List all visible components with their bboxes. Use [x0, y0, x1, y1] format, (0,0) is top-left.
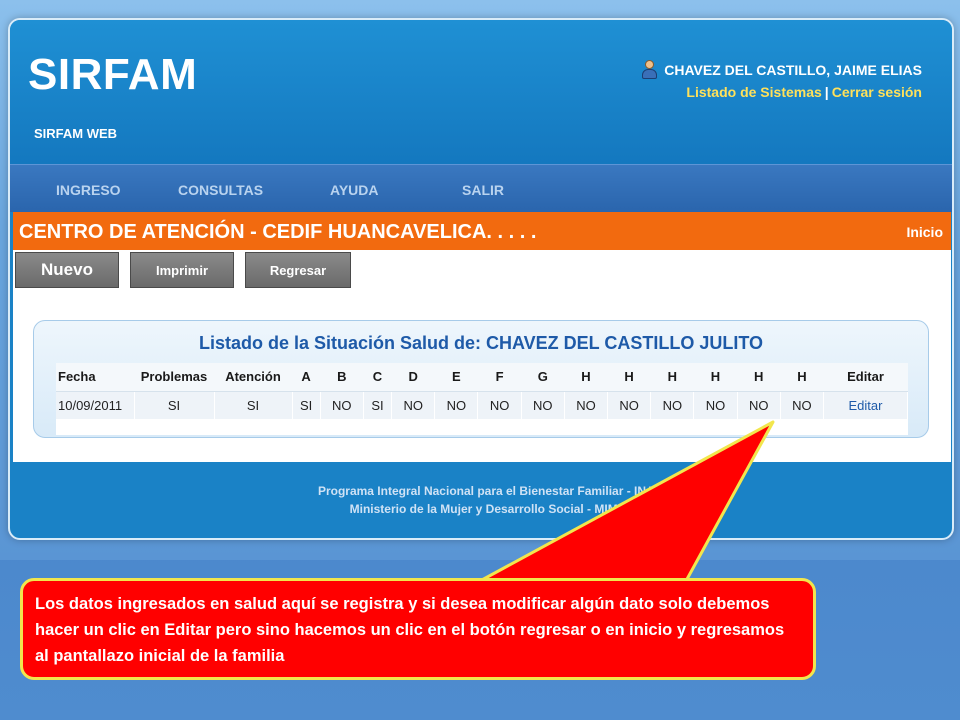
callout-arrow [478, 420, 775, 583]
callout-box: Los datos ingresados en salud aquí se re… [20, 578, 816, 680]
